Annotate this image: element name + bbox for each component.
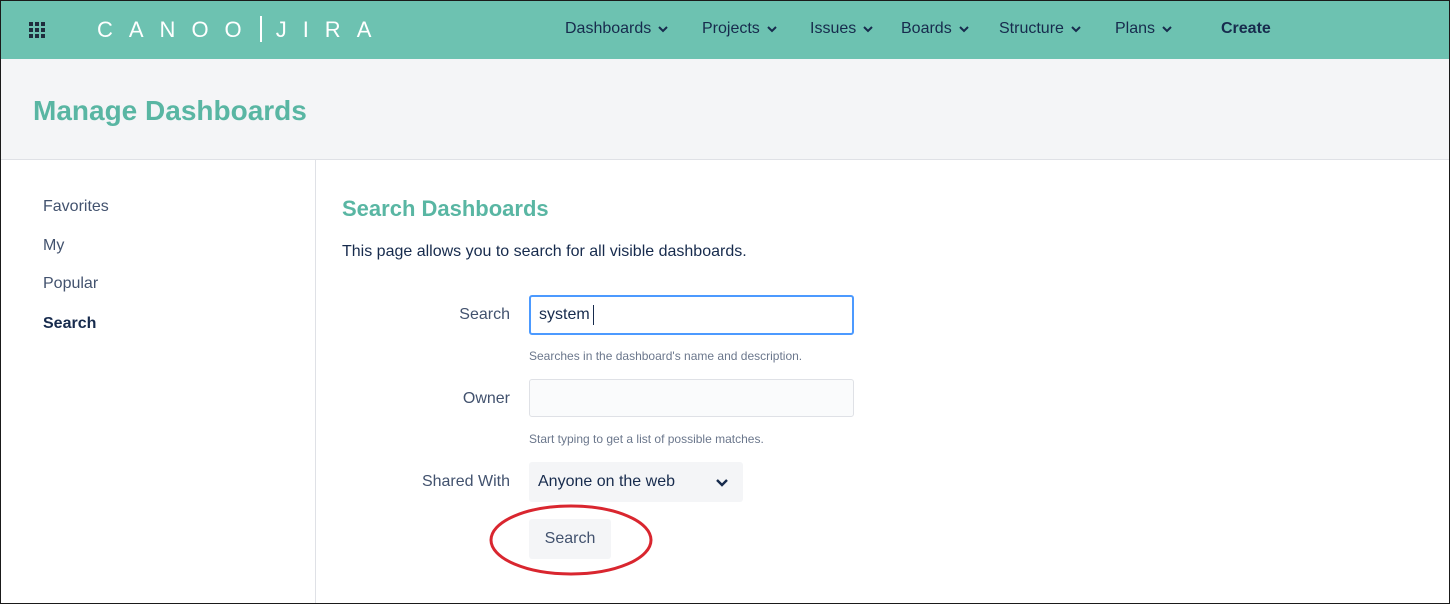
main-content: Search Dashboards This page allows you t… bbox=[316, 160, 1449, 603]
sidebar-item-my[interactable]: My bbox=[43, 237, 64, 255]
nav-label: Projects bbox=[702, 20, 760, 37]
page-header: Manage Dashboards bbox=[1, 59, 1449, 160]
owner-input[interactable] bbox=[529, 379, 854, 417]
nav-boards[interactable]: Boards bbox=[901, 20, 969, 38]
chevron-down-icon bbox=[1162, 26, 1172, 33]
chevron-down-icon bbox=[658, 26, 668, 33]
search-label: Search bbox=[459, 306, 510, 323]
page-title: Manage Dashboards bbox=[33, 95, 307, 126]
intro-text: This page allows you to search for all v… bbox=[342, 243, 747, 260]
shared-with-value: Anyone on the web bbox=[538, 473, 675, 490]
nav-label: Plans bbox=[1115, 20, 1156, 37]
nav-structure[interactable]: Structure bbox=[999, 20, 1081, 38]
chevron-down-icon bbox=[767, 26, 777, 33]
chevron-down-icon bbox=[1071, 26, 1081, 33]
owner-label: Owner bbox=[462, 390, 510, 407]
nav-dashboards[interactable]: Dashboards bbox=[565, 20, 668, 38]
nav-plans[interactable]: Plans bbox=[1115, 20, 1172, 38]
logo-divider bbox=[259, 16, 262, 42]
nav-issues[interactable]: Issues bbox=[810, 20, 873, 38]
nav-label: Boards bbox=[901, 20, 952, 37]
app-switcher-grid-icon[interactable] bbox=[29, 22, 45, 38]
search-input[interactable] bbox=[529, 295, 854, 335]
chevron-down-icon bbox=[863, 26, 873, 33]
sidebar-item-popular[interactable]: Popular bbox=[43, 275, 98, 293]
logo[interactable]: CANOO JIRA bbox=[97, 16, 387, 43]
shared-with-label: Shared With bbox=[421, 473, 510, 490]
nav-label: Dashboards bbox=[565, 20, 652, 37]
shared-with-select[interactable]: Anyone on the web bbox=[529, 462, 743, 502]
chevron-down-icon bbox=[716, 479, 728, 487]
chevron-down-icon bbox=[958, 26, 969, 33]
owner-help-text: Start typing to get a list of possible m… bbox=[529, 432, 764, 446]
search-button[interactable]: Search bbox=[529, 519, 611, 559]
nav-label: Issues bbox=[810, 20, 857, 37]
sidebar: Favorites My Popular Search bbox=[1, 160, 316, 603]
logo-jira: JIRA bbox=[275, 17, 388, 42]
sidebar-item-search[interactable]: Search bbox=[43, 315, 96, 333]
section-title: Search Dashboards bbox=[342, 196, 549, 221]
sidebar-item-favorites[interactable]: Favorites bbox=[43, 198, 109, 216]
screenshot-frame: CANOO JIRA Dashboards Projects Issues Boa… bbox=[0, 0, 1450, 604]
top-navigation-bar: CANOO JIRA Dashboards Projects Issues Boa… bbox=[1, 1, 1449, 59]
search-help-text: Searches in the dashboard's name and des… bbox=[529, 349, 803, 363]
logo-canoo: CANOO bbox=[97, 17, 258, 42]
create-button[interactable]: Create bbox=[1221, 20, 1271, 38]
nav-label: Structure bbox=[999, 20, 1064, 37]
nav-projects[interactable]: Projects bbox=[702, 20, 777, 38]
text-caret bbox=[593, 305, 594, 325]
